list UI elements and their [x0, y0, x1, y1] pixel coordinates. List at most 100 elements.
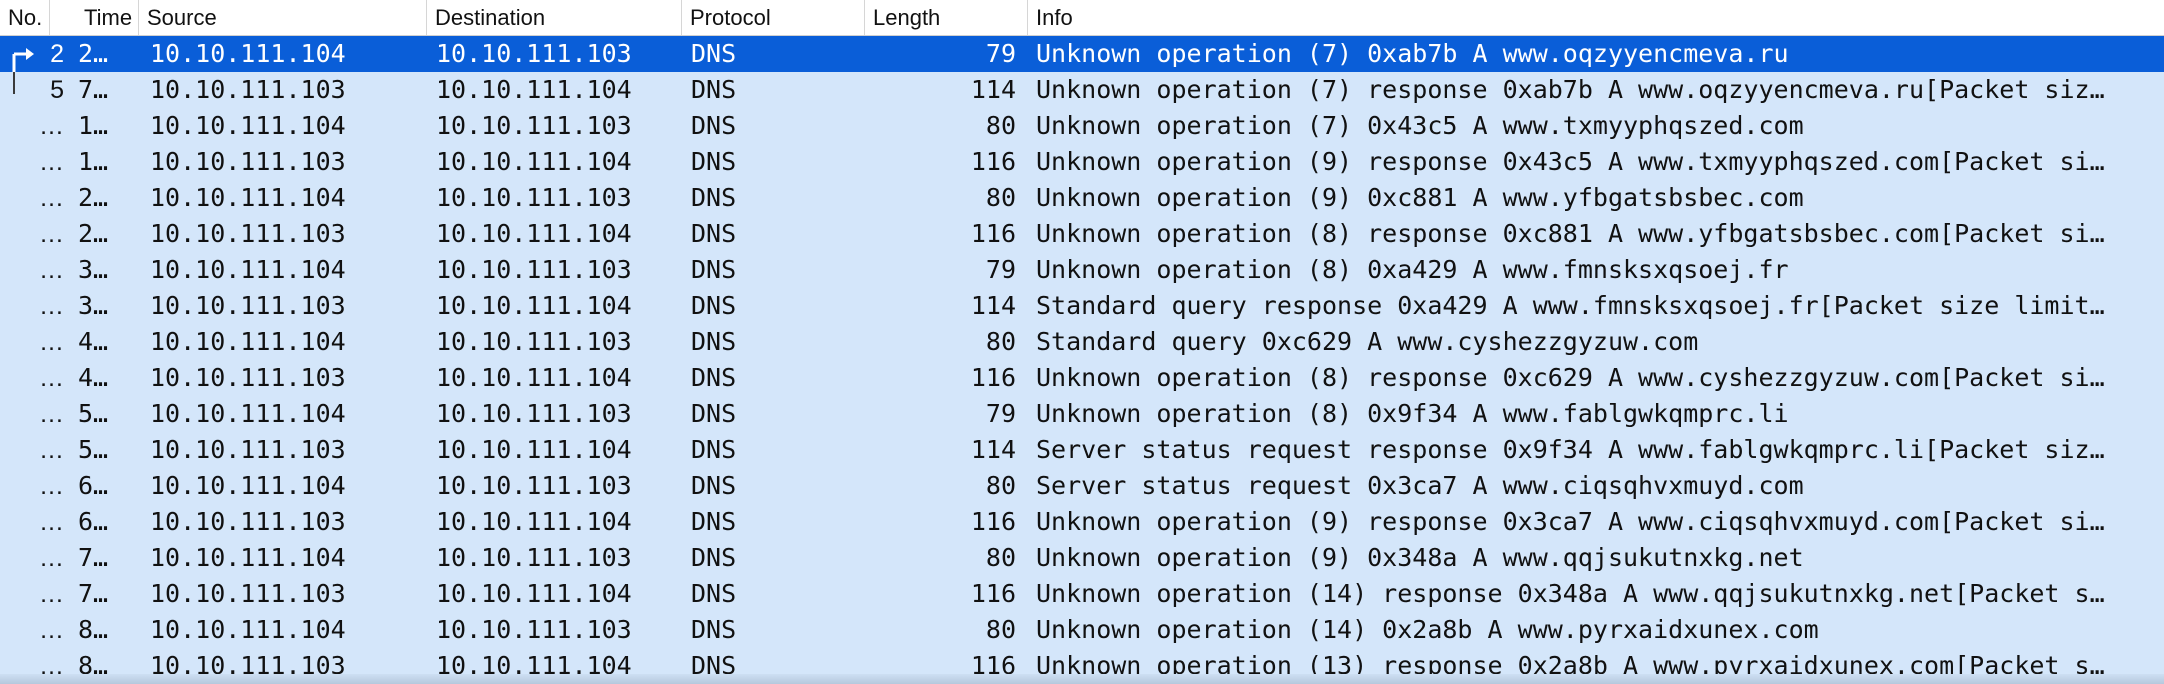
cell-source: 10.10.111.103 [150, 147, 346, 176]
column-header-length[interactable]: Length [865, 0, 1028, 35]
cell-no: … [39, 112, 64, 140]
cell-no: … [39, 364, 64, 392]
cell-info: Unknown operation (9) 0x348a A www.qqjsu… [1036, 543, 1804, 572]
cell-destination: 10.10.111.103 [436, 615, 632, 644]
cell-time: 6… [78, 507, 109, 536]
cell-info: Unknown operation (14) 0x2a8b A www.pyrx… [1036, 615, 1819, 644]
packet-row[interactable]: … 8… 10.10.111.104 10.10.111.103 DNS 80 Unknow… [0, 612, 2164, 648]
cell-info: Unknown operation (8) 0x9f34 A www.fablg… [1036, 399, 1789, 428]
packet-list-pane: No. Time Source Destination Protocol Len… [0, 0, 2164, 684]
cell-no: … [39, 508, 64, 536]
packet-row[interactable]: … 4… 10.10.111.103 10.10.111.104 DNS 116 Unkno… [0, 360, 2164, 396]
cell-destination: 10.10.111.104 [436, 147, 632, 176]
column-header-source[interactable]: Source [139, 0, 427, 35]
packet-row[interactable]: … 5… 10.10.111.104 10.10.111.103 DNS 79 Unknow… [0, 396, 2164, 432]
cell-source: 10.10.111.103 [150, 579, 346, 608]
cell-time: 1… [78, 111, 109, 140]
cell-destination: 10.10.111.104 [436, 219, 632, 248]
cell-source: 10.10.111.104 [150, 183, 346, 212]
packet-row[interactable]: … 7… 10.10.111.103 10.10.111.104 DNS 116 Unkno… [0, 576, 2164, 612]
cell-length: 80 [985, 183, 1016, 212]
cell-time: 3… [78, 291, 109, 320]
column-header-protocol[interactable]: Protocol [682, 0, 865, 35]
cell-time: 7… [78, 543, 109, 572]
packet-row[interactable]: … 6… 10.10.111.104 10.10.111.103 DNS 80 Server… [0, 468, 2164, 504]
cell-info: Unknown operation (9) response 0x3ca7 A … [1036, 507, 2105, 536]
cell-source: 10.10.111.104 [150, 471, 346, 500]
packet-row[interactable]: … 3… 10.10.111.104 10.10.111.103 DNS 79 Unknow… [0, 252, 2164, 288]
cell-info: Unknown operation (9) response 0x43c5 A … [1036, 147, 2105, 176]
cell-protocol: DNS [691, 435, 737, 464]
cell-protocol: DNS [691, 579, 737, 608]
cell-length: 116 [970, 147, 1016, 176]
cell-length: 116 [970, 507, 1016, 536]
cell-source: 10.10.111.104 [150, 543, 346, 572]
packet-row[interactable]: 5 7… 10.10.111.103 10.10.111.104 DNS 114 Unkno… [0, 72, 2164, 108]
cell-length: 116 [970, 363, 1016, 392]
cell-length: 80 [985, 111, 1016, 140]
packet-row[interactable]: … 3… 10.10.111.103 10.10.111.104 DNS 114 Stand… [0, 288, 2164, 324]
cell-info: Unknown operation (8) 0xa429 A www.fmnsk… [1036, 255, 1789, 284]
packet-list-header: No. Time Source Destination Protocol Len… [0, 0, 2164, 36]
cell-info: Unknown operation (8) response 0xc881 A … [1036, 219, 2105, 248]
packet-row[interactable]: … 2… 10.10.111.104 10.10.111.103 DNS 80 Unknow… [0, 180, 2164, 216]
cell-length: 79 [985, 255, 1016, 284]
cell-length: 114 [970, 291, 1016, 320]
packet-list: 2 2… 10.10.111.104 10.10.111.103 DNS 79 Unknow… [0, 36, 2164, 684]
cell-length: 114 [970, 75, 1016, 104]
cell-time: 4… [78, 327, 109, 356]
cell-no: … [39, 472, 64, 500]
cell-length: 116 [970, 579, 1016, 608]
cell-protocol: DNS [691, 219, 737, 248]
cell-source: 10.10.111.103 [150, 219, 346, 248]
cell-destination: 10.10.111.103 [436, 111, 632, 140]
cell-protocol: DNS [691, 507, 737, 536]
cell-info: Standard query response 0xa429 A www.fmn… [1036, 291, 2105, 320]
cell-source: 10.10.111.104 [150, 327, 346, 356]
cell-protocol: DNS [691, 291, 737, 320]
cell-length: 79 [985, 39, 1016, 68]
cell-no: … [39, 256, 64, 284]
cell-no: … [39, 292, 64, 320]
cell-no: … [39, 544, 64, 572]
cell-info: Unknown operation (14) response 0x348a A… [1036, 579, 2105, 608]
cell-protocol: DNS [691, 363, 737, 392]
cell-length: 114 [970, 435, 1016, 464]
cell-length: 80 [985, 471, 1016, 500]
cell-source: 10.10.111.104 [150, 111, 346, 140]
cell-protocol: DNS [691, 183, 737, 212]
packet-row[interactable]: … 1… 10.10.111.104 10.10.111.103 DNS 80 Unknow… [0, 108, 2164, 144]
cell-destination: 10.10.111.103 [436, 39, 632, 68]
packet-row[interactable]: … 6… 10.10.111.103 10.10.111.104 DNS 116 Unkno… [0, 504, 2164, 540]
cell-time: 8… [78, 615, 109, 644]
cell-destination: 10.10.111.103 [436, 543, 632, 572]
column-header-info[interactable]: Info [1028, 0, 2164, 35]
cell-destination: 10.10.111.104 [436, 507, 632, 536]
cell-info: Unknown operation (7) 0xab7b A www.oqzyy… [1036, 39, 1789, 68]
cell-source: 10.10.111.103 [150, 507, 346, 536]
cell-destination: 10.10.111.104 [436, 435, 632, 464]
cell-info: Server status request 0x3ca7 A www.ciqsq… [1036, 471, 1804, 500]
packet-row[interactable]: … 5… 10.10.111.103 10.10.111.104 DNS 114 Serve… [0, 432, 2164, 468]
cell-time: 2… [78, 183, 109, 212]
column-header-time[interactable]: Time [76, 0, 139, 35]
cell-destination: 10.10.111.103 [436, 183, 632, 212]
column-header-no[interactable]: No. [0, 0, 50, 35]
column-header-destination[interactable]: Destination [427, 0, 682, 35]
cell-info: Unknown operation (7) 0x43c5 A www.txmyy… [1036, 111, 1804, 140]
packet-row[interactable]: … 4… 10.10.111.104 10.10.111.103 DNS 80 Standa… [0, 324, 2164, 360]
cell-time: 6… [78, 471, 109, 500]
packet-row-selected[interactable]: 2 2… 10.10.111.104 10.10.111.103 DNS 79 Unknow… [0, 36, 2164, 72]
packet-row[interactable]: … 7… 10.10.111.104 10.10.111.103 DNS 80 Unknow… [0, 540, 2164, 576]
cell-time: 3… [78, 255, 109, 284]
cell-length: 116 [970, 219, 1016, 248]
cell-length: 80 [985, 615, 1016, 644]
packet-row[interactable]: … 2… 10.10.111.103 10.10.111.104 DNS 116 Unkno… [0, 216, 2164, 252]
cell-source: 10.10.111.104 [150, 615, 346, 644]
cell-time: 7… [78, 75, 109, 104]
cell-time: 2… [78, 219, 109, 248]
cell-info: Unknown operation (8) response 0xc629 A … [1036, 363, 2105, 392]
packet-row[interactable]: … 1… 10.10.111.103 10.10.111.104 DNS 116 Unkno… [0, 144, 2164, 180]
cell-source: 10.10.111.104 [150, 39, 346, 68]
cell-time: 5… [78, 399, 109, 428]
